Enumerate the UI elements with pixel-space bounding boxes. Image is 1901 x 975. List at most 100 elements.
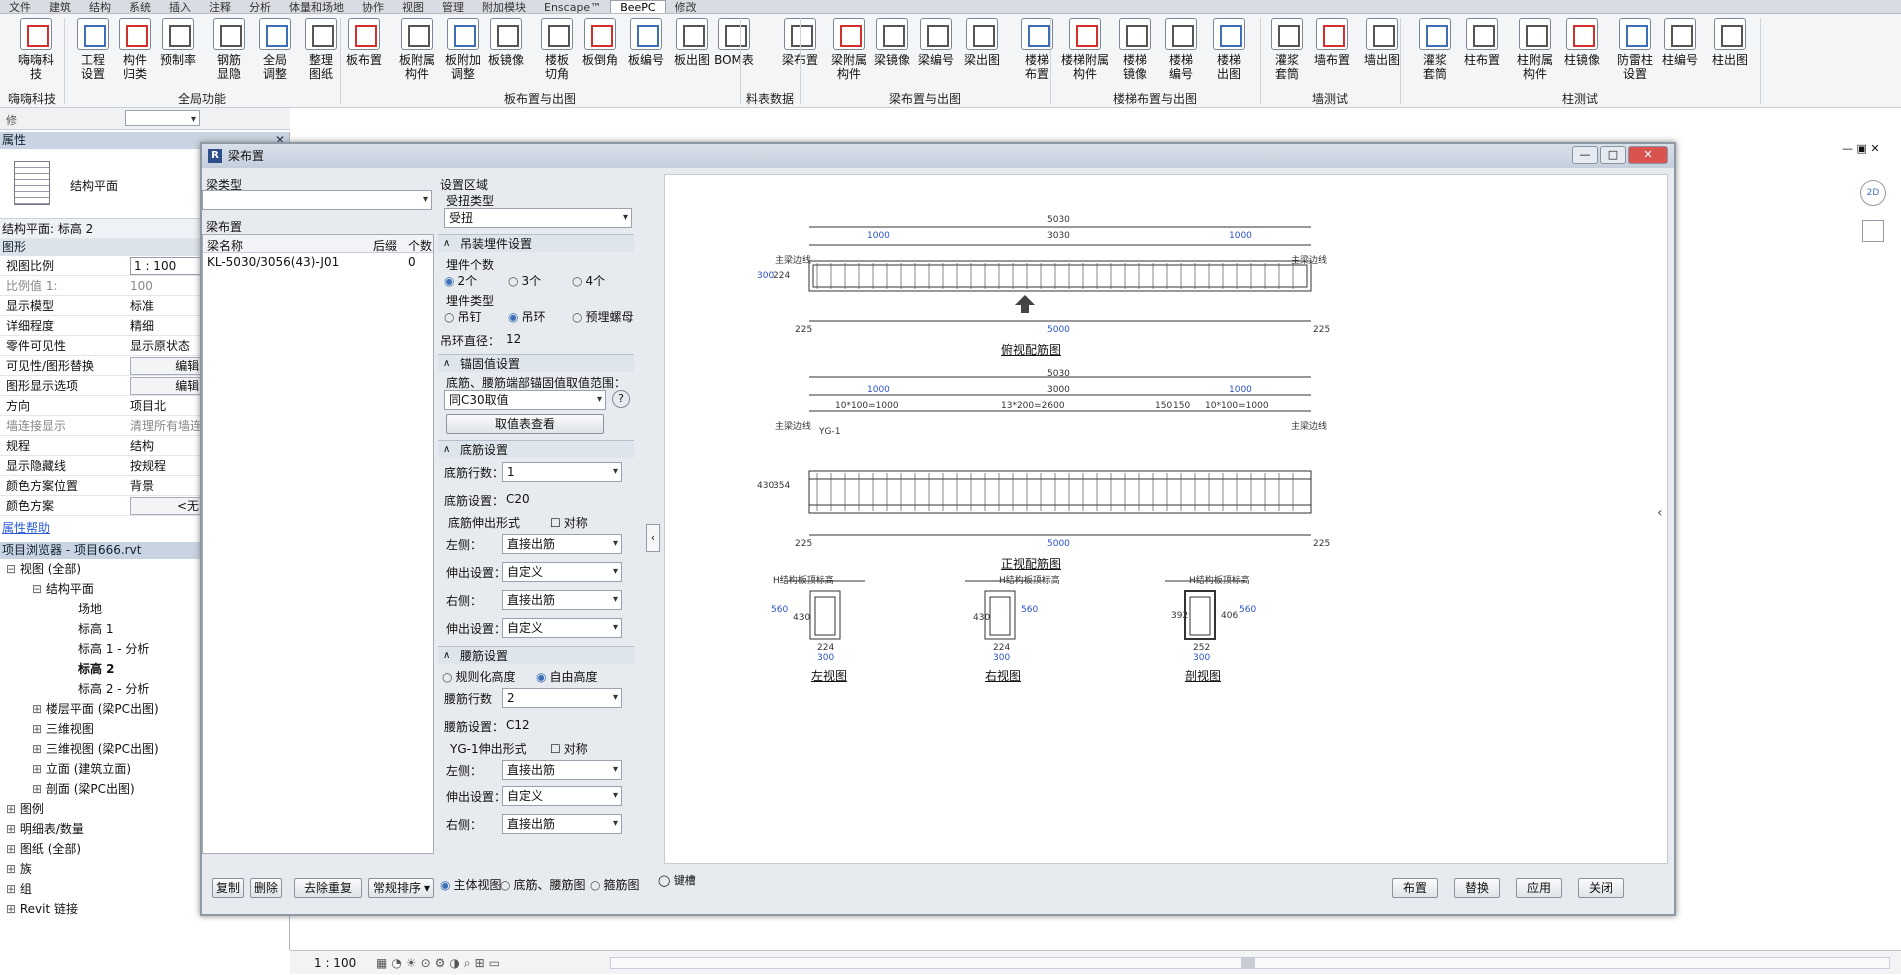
expand-icon[interactable]: ⊞ [32,762,46,776]
view-main-radio[interactable]: 主体视图 [440,876,501,893]
sort-select[interactable]: 常规排序 ▾ [368,878,434,898]
close-button[interactable]: 关闭 [1578,878,1624,898]
ring-diameter-value[interactable]: 12 [506,332,521,346]
dialog-titlebar[interactable]: R 梁布置 — □ ✕ [202,144,1674,168]
view-rebar-radio[interactable]: 底筋、腰筋图 [500,876,585,893]
expand-icon[interactable]: ⊞ [32,702,46,716]
ribbon-button[interactable]: 防雷柱 设置 [1610,18,1660,81]
left-ext-setting-select[interactable]: 自定义 [502,562,622,582]
yg-ext-select[interactable]: 自定义 [502,786,622,806]
replace-button[interactable]: 替换 [1454,878,1500,898]
options-select[interactable] [125,110,200,129]
free-height-radio[interactable]: 自由高度 [536,668,597,685]
ribbon-button[interactable]: 板附加 调整 [438,18,488,81]
yg-symmetric-checkbox[interactable]: 对称 [550,740,588,757]
expand-icon[interactable]: ⊞ [6,902,20,916]
view-scale[interactable]: 1 : 100 [314,951,356,975]
ribbon-button[interactable]: 梁附属 构件 [824,18,874,81]
ribbon-tab[interactable]: Enscape™ [535,1,610,13]
expand-icon[interactable]: ⊞ [6,882,20,896]
ribbon-tab[interactable]: 协作 [353,1,393,13]
help-icon[interactable]: ? [612,390,630,408]
right-ext-setting-select[interactable]: 自定义 [502,618,622,638]
ribbon-tab[interactable]: 建筑 [40,1,80,13]
collapse-icon[interactable]: ‹ [646,524,660,552]
ribbon-button[interactable]: 楼梯 编号 [1156,18,1206,81]
ribbon-tab[interactable]: 文件 [0,1,40,13]
ribbon-button[interactable]: 整理 图纸 [296,18,346,81]
right-ext-select[interactable]: 直接出筋 [502,590,622,610]
ribbon-tab[interactable]: 体量和场地 [280,1,353,13]
maximize-icon[interactable]: □ [1600,146,1626,164]
ribbon-button[interactable]: 梁出图 [960,18,1004,67]
ribbon-button[interactable]: 预制率 [156,18,200,67]
expand-icon[interactable]: ⊟ [6,562,20,576]
type-nut-radio[interactable]: 预埋螺母 [572,308,633,325]
ribbon-button[interactable]: 楼板 切角 [532,18,582,81]
count-3-radio[interactable]: 3个 [508,272,541,289]
bottom-rows-select[interactable]: 1 [502,462,622,482]
ribbon-button[interactable]: 梁镜像 [870,18,914,67]
window-controls-icon[interactable]: — ▣ ✕ [1842,142,1880,155]
ribbon-button[interactable]: 板出图 [670,18,714,67]
ribbon-button[interactable]: 板附属 构件 [392,18,442,81]
count-4-radio[interactable]: 4个 [572,272,605,289]
close-icon[interactable]: ✕ [1628,146,1668,164]
view-keyway-radio[interactable]: ◯ 键槽 [658,872,696,888]
type-ring-radio[interactable]: 吊环 [508,308,545,325]
expand-icon[interactable]: ⊟ [32,582,46,596]
load-type-select[interactable]: 受扭 [444,208,632,228]
ribbon-tab[interactable]: 插入 [160,1,200,13]
apply-button[interactable]: 应用 [1516,878,1562,898]
ribbon-button[interactable]: 柱布置 [1460,18,1504,67]
ribbon-tab[interactable]: 结构 [80,1,120,13]
regular-height-radio[interactable]: 规则化高度 [442,668,515,685]
ribbon-button[interactable]: 构件 归类 [110,18,160,81]
ribbon-button[interactable]: 楼梯 镜像 [1110,18,1160,81]
waist-rows-select[interactable]: 2 [502,688,622,708]
ribbon-button[interactable]: 梁编号 [914,18,958,67]
place-button[interactable]: 布置 [1392,878,1438,898]
ribbon-button[interactable]: 板镜像 [484,18,528,67]
anchor-select[interactable]: 同C30取值 [444,390,606,410]
left-ext-select[interactable]: 直接出筋 [502,534,622,554]
zoom-icon[interactable] [1862,220,1884,242]
expand-icon[interactable]: ⊞ [6,822,20,836]
yg-left-select[interactable]: 直接出筋 [502,760,622,780]
ribbon-button[interactable]: 板倒角 [578,18,622,67]
delete-button[interactable]: 删除 [250,878,282,898]
steering-wheel-icon[interactable]: 2D [1860,180,1886,206]
expand-icon[interactable]: ⊞ [6,862,20,876]
lifting-section-header[interactable]: 吊装埋件设置 [438,234,634,252]
ribbon-button[interactable]: 柱出图 [1708,18,1752,67]
expand-icon[interactable]: ⊞ [6,802,20,816]
expand-icon[interactable]: ⊞ [32,742,46,756]
ribbon-button[interactable]: 板编号 [624,18,668,67]
expand-icon[interactable]: ⊞ [32,782,46,796]
ribbon-button[interactable]: 全局 调整 [250,18,300,81]
ribbon-button[interactable]: 灌浆 套筒 [1262,18,1312,81]
dedupe-button[interactable]: 去除重复 [294,878,362,898]
view-stirrup-radio[interactable]: 箍筋图 [590,876,639,893]
ribbon-button[interactable]: 柱附属 构件 [1510,18,1560,81]
yg-right-select[interactable]: 直接出筋 [502,814,622,834]
ribbon-tab[interactable]: 修改 [666,1,706,13]
ribbon-tab[interactable]: 附加模块 [473,1,535,13]
view-tools-icon[interactable]: ▦◔☀⊙⚙◑⌕⊞▭ [376,951,504,975]
ribbon-button[interactable]: 楼梯 布置 [1012,18,1062,81]
anchor-section-header[interactable]: 锚固值设置 [438,354,634,372]
ribbon-button[interactable]: 板布置 [342,18,386,67]
ribbon-tab[interactable]: 注释 [200,1,240,13]
ribbon-tab[interactable]: 视图 [393,1,433,13]
ribbon-tab[interactable]: 分析 [240,1,280,13]
beam-type-select[interactable] [202,190,432,210]
bottom-setting-value[interactable]: C20 [506,492,530,506]
type-nail-radio[interactable]: 吊钉 [444,308,481,325]
properties-help-link[interactable]: 属性帮助 [2,519,50,536]
ribbon-tab[interactable]: 管理 [433,1,473,13]
table-row[interactable]: KL-5030/3056(43)-J01 0 [203,253,433,271]
waist-setting-value[interactable]: C12 [506,718,530,732]
ribbon-button[interactable]: 灌浆 套筒 [1410,18,1460,81]
bottom-section-header[interactable]: 底筋设置 [438,440,634,458]
ribbon-button[interactable]: 楼梯 出图 [1204,18,1254,81]
